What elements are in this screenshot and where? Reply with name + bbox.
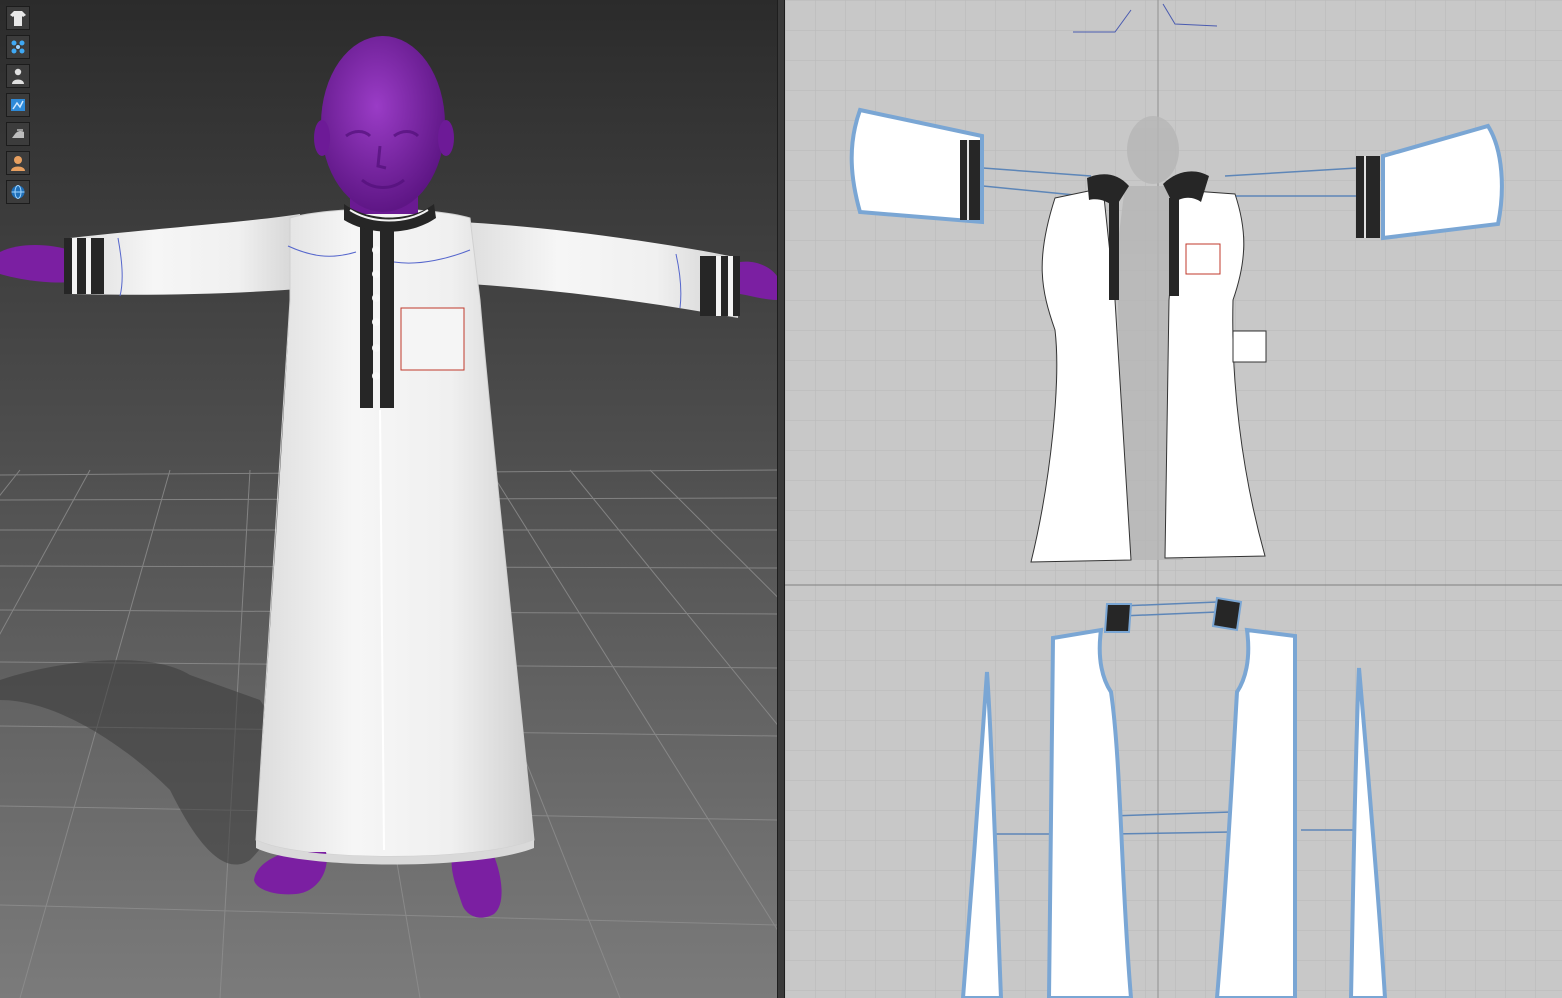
chest-pocket [400, 307, 465, 371]
texture-map-icon[interactable] [6, 93, 30, 117]
viewport-toolbar [6, 6, 30, 204]
front-placket [360, 226, 394, 408]
fabric-particles-icon[interactable] [6, 35, 30, 59]
3d-viewport[interactable] [0, 0, 777, 998]
right-cuff [700, 256, 740, 316]
2d-pattern-window[interactable] [785, 0, 1562, 998]
2d-pattern-canvas [785, 0, 1562, 998]
pattern-piece-pocket [1232, 330, 1267, 363]
avatar-head [321, 36, 445, 212]
view-splitter[interactable] [777, 0, 785, 998]
globe-render-icon[interactable] [6, 180, 30, 204]
left-cuff [64, 238, 104, 294]
iron-icon[interactable] [6, 122, 30, 146]
3d-scene [0, 0, 777, 998]
avatar-silhouette-icon[interactable] [6, 64, 30, 88]
skin-shading-icon[interactable] [6, 151, 30, 175]
garment-icon[interactable] [6, 6, 30, 30]
